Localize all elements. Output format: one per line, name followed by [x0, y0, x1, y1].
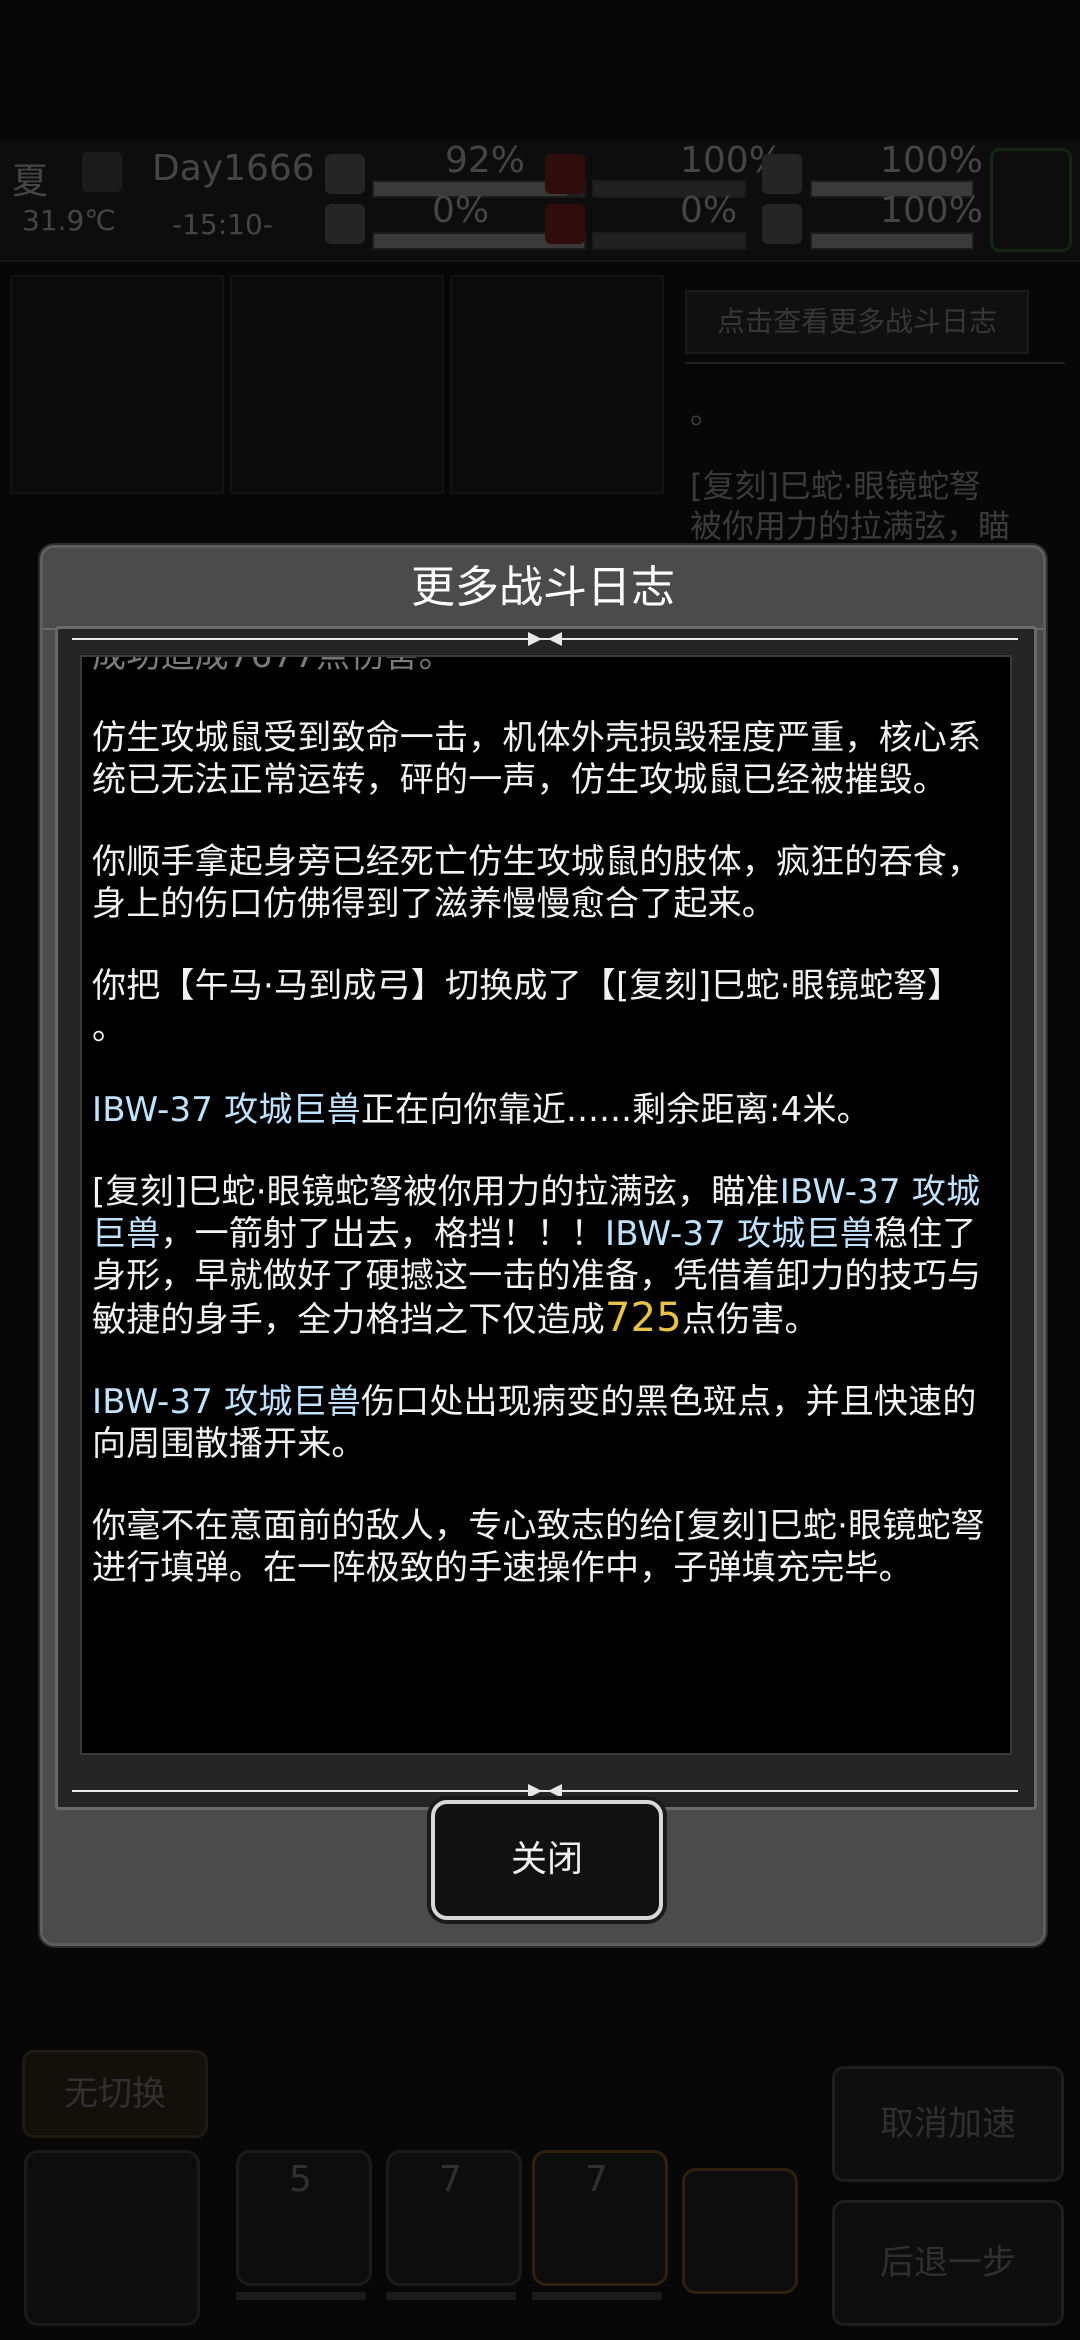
log-entry: 你把【午马·马到成弓】切换成了【[复刻]巳蛇·眼镜蛇弩】。	[82, 965, 1010, 1049]
log-entry: [复刻]巳蛇·眼镜蛇弩被你用力的拉满弦，瞄准IBW-37 攻城巨兽，一箭射了出去…	[82, 1171, 1010, 1341]
log-text: 。	[92, 1008, 127, 1048]
log-entry: IBW-37 攻城巨兽伤口处出现病变的黑色斑点，并且快速的向周围散播开来。	[82, 1381, 1010, 1465]
log-text: ，一箭射了出去，格挡！！！	[160, 1214, 606, 1254]
dialog-title: 更多战斗日志	[43, 548, 1043, 630]
log-text: 点伤害。	[681, 1300, 819, 1340]
battle-log-dialog: 更多战斗日志 成功造成7677点伤害。 仿生攻城鼠受到致命一击，机体外壳损毁程度…	[40, 545, 1046, 1946]
log-entry-partial: 成功造成7677点伤害。	[92, 655, 453, 676]
log-text: 你把【午马·马到成弓】切换成了【[复刻]巳蛇·眼镜蛇弩】	[92, 966, 962, 1006]
enemy-name: IBW-37 攻城巨兽	[605, 1214, 874, 1254]
top-ornament	[72, 629, 1018, 649]
close-button[interactable]: 关闭	[431, 1800, 663, 1920]
enemy-name: IBW-37 攻城巨兽	[92, 1090, 361, 1130]
damage-number: 725	[605, 1295, 682, 1341]
log-content: 成功造成7677点伤害。 仿生攻城鼠受到致命一击，机体外壳损毁程度严重，核心系统…	[82, 655, 1010, 1589]
log-entry: 你毫不在意面前的敌人，专心致志的给[复刻]巳蛇·眼镜蛇弩进行填弹。在一阵极致的手…	[92, 1506, 985, 1588]
log-entry: 仿生攻城鼠受到致命一击，机体外壳损毁程度严重，核心系统已无法正常运转，砰的一声，…	[92, 718, 982, 800]
log-frame: 成功造成7677点伤害。 仿生攻城鼠受到致命一击，机体外壳损毁程度严重，核心系统…	[55, 626, 1037, 1810]
log-text: 正在向你靠近......剩余距离:4米。	[360, 1090, 871, 1130]
log-entry: IBW-37 攻城巨兽正在向你靠近......剩余距离:4米。	[82, 1089, 1010, 1131]
log-text: [复刻]巳蛇·眼镜蛇弩被你用力的拉满弦，瞄准	[92, 1172, 780, 1212]
log-entry: 你顺手拿起身旁已经死亡仿生攻城鼠的肢体，疯狂的吞食，身上的伤口仿佛得到了滋养慢慢…	[92, 842, 982, 924]
enemy-name: IBW-37 攻城巨兽	[92, 1382, 361, 1422]
log-scroll-area[interactable]: 成功造成7677点伤害。 仿生攻城鼠受到致命一击，机体外壳损毁程度严重，核心系统…	[80, 655, 1012, 1755]
bottom-ornament	[72, 1781, 1018, 1801]
